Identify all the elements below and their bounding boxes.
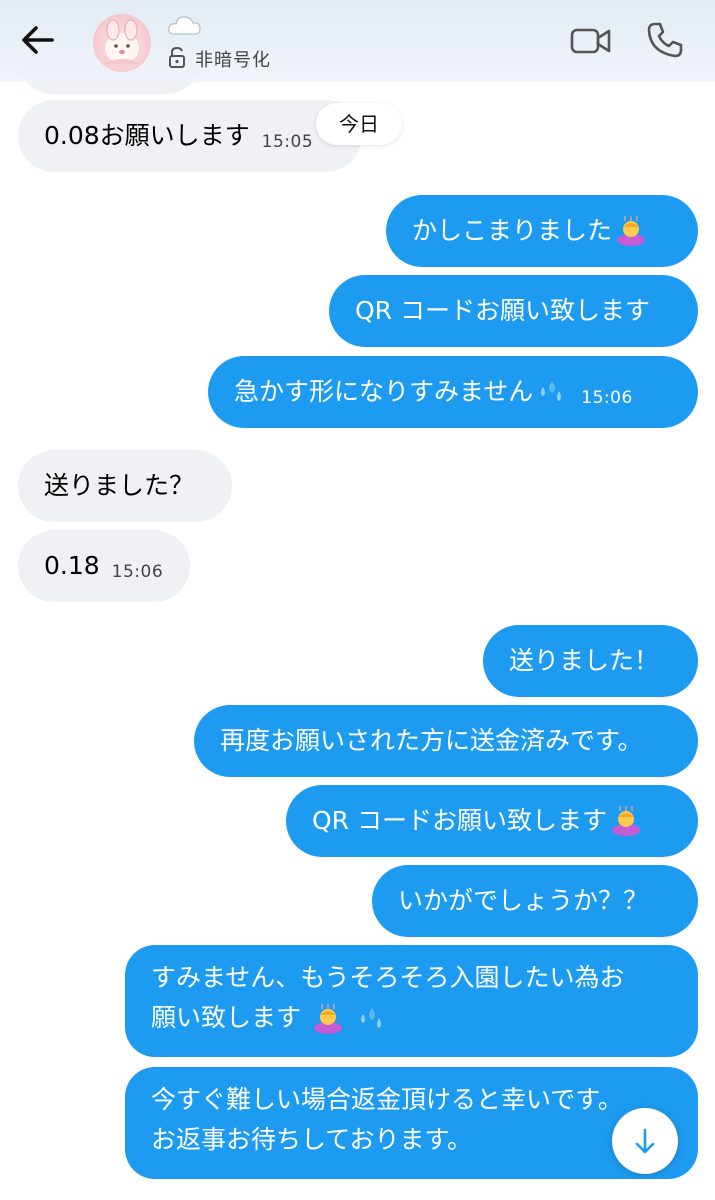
- outgoing-message-bubble[interactable]: 送りました！: [483, 625, 698, 697]
- message-timestamp: 15:06: [581, 388, 633, 408]
- encryption-status-label: 非暗号化: [195, 50, 271, 71]
- message-text: 送りました？: [44, 471, 195, 500]
- outgoing-message-bubble[interactable]: QR コードお願い致します: [329, 275, 698, 347]
- person-bowing-emoji-icon: [614, 216, 648, 246]
- scroll-to-bottom-button[interactable]: [612, 1108, 678, 1174]
- video-call-icon[interactable]: [569, 22, 613, 60]
- incoming-message-bubble[interactable]: 0.08お願いします 15:05: [18, 100, 362, 172]
- message-text: QR コードお願い致します: [355, 296, 650, 325]
- message-text: 急かす形になりすみません: [234, 377, 534, 406]
- outgoing-message-bubble[interactable]: 急かす形になりすみません 15:06: [208, 356, 698, 428]
- message-timestamp: 15:06: [111, 562, 164, 582]
- outgoing-message-bubble[interactable]: いかがでしょうか？？: [372, 865, 698, 937]
- message-text: 0.18: [44, 551, 100, 580]
- message-text-line: すみません、もうそろそろ入園したい為お: [151, 963, 625, 992]
- conversation-header: 非暗号化: [0, 0, 715, 82]
- cloud-emoji-icon: [166, 12, 202, 38]
- sweat-droplets-emoji-icon: [355, 1004, 389, 1034]
- incoming-message-bubble[interactable]: 送りました？: [18, 450, 232, 522]
- unlocked-lock-icon: [167, 46, 187, 68]
- back-arrow-icon[interactable]: [16, 18, 60, 62]
- message-text-line-group: 願い致します: [151, 1003, 698, 1034]
- sweat-droplets-emoji-icon: [535, 377, 569, 407]
- message-text: いかがでしょうか？？: [398, 886, 649, 915]
- message-text-line: 願い致します: [151, 1003, 302, 1032]
- message-timestamp: 15:05: [261, 132, 314, 152]
- message-text: かしこまりました: [412, 216, 613, 245]
- message-text: QR コードお願い致します: [312, 806, 607, 835]
- incoming-message-bubble[interactable]: 0.18 15:06: [18, 530, 190, 602]
- dm-conversation-screen: 非暗号化 今日 0.08お願いします 15:05 かしこまりました QR コード…: [0, 0, 715, 1200]
- outgoing-message-bubble[interactable]: 再度お願いされた方に送金済みです。: [194, 705, 698, 777]
- avatar[interactable]: [93, 14, 151, 72]
- phone-call-icon[interactable]: [645, 20, 685, 60]
- arrow-down-icon: [635, 1128, 655, 1154]
- outgoing-message-bubble[interactable]: すみません、もうそろそろ入園したい為お 願い致します: [125, 945, 698, 1057]
- person-bowing-emoji-icon: [609, 806, 643, 836]
- outgoing-message-bubble[interactable]: かしこまりました: [386, 195, 698, 267]
- date-separator-chip: 今日: [316, 103, 402, 145]
- message-text: 送りました！: [509, 646, 660, 675]
- message-text: 再度お願いされた方に送金済みです。: [220, 726, 643, 755]
- person-bowing-emoji-icon: [311, 1004, 345, 1034]
- outgoing-message-bubble[interactable]: QR コードお願い致します: [286, 785, 698, 857]
- message-text: 0.08お願いします: [44, 121, 250, 150]
